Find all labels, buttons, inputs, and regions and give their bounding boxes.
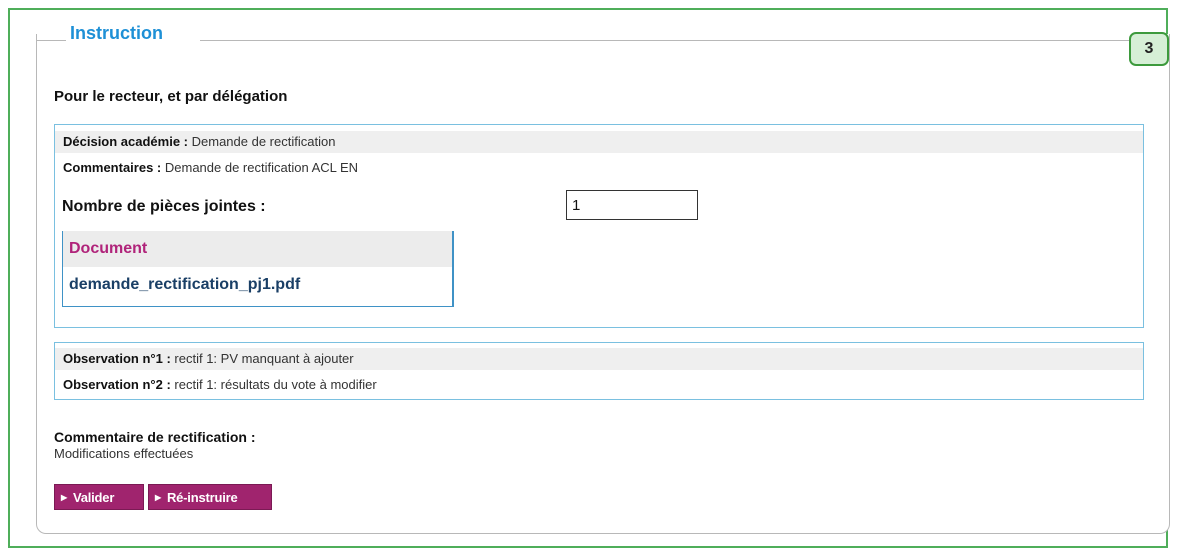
rectification-comment-label: Commentaire de rectification : xyxy=(54,429,256,445)
attachments-count-input[interactable] xyxy=(566,190,698,220)
step-badge: 3 xyxy=(1129,32,1169,66)
reinstruct-button[interactable]: ▶ Ré-instruire xyxy=(148,484,272,510)
rectification-comment-value: Modifications effectuées xyxy=(54,446,194,461)
comment-row: Commentaires : Demande de rectification … xyxy=(63,157,358,179)
arrow-right-icon: ▶ xyxy=(155,492,161,502)
decision-value: Demande de rectification xyxy=(191,134,336,149)
decision-label: Décision académie : xyxy=(63,134,188,149)
documents-table: Document demande_rectification_pj1.pdf xyxy=(62,231,454,307)
observation-label: Observation n°2 : xyxy=(63,377,171,392)
validate-button[interactable]: ▶ Valider xyxy=(54,484,144,510)
validate-button-label: Valider xyxy=(72,489,115,505)
comment-label: Commentaires : xyxy=(63,160,162,175)
comment-value: Demande de rectification ACL EN xyxy=(164,160,359,175)
observations-box: Observation n°1 : rectif 1: PV manquant … xyxy=(54,342,1144,400)
observation-row: Observation n°1 : rectif 1: PV manquant … xyxy=(55,348,1143,370)
section-title: Instruction xyxy=(66,22,167,44)
observation-label: Observation n°1 : xyxy=(63,351,171,366)
panel-border-right xyxy=(200,40,1130,41)
panel-border-left xyxy=(36,40,68,41)
documents-header: Document xyxy=(63,231,452,267)
observation-value: rectif 1: résultats du vote à modifier xyxy=(174,377,377,392)
reinstruct-button-label: Ré-instruire xyxy=(166,489,238,505)
signature-title: Pour le recteur, et par délégation xyxy=(54,88,288,105)
document-link[interactable]: demande_rectification_pj1.pdf xyxy=(63,267,452,305)
decision-row: Décision académie : Demande de rectifica… xyxy=(55,131,1143,153)
arrow-right-icon: ▶ xyxy=(61,492,67,502)
observation-value: rectif 1: PV manquant à ajouter xyxy=(174,351,354,366)
attachments-count-label: Nombre de pièces jointes : xyxy=(62,198,266,215)
observation-row: Observation n°2 : rectif 1: résultats du… xyxy=(55,374,1143,396)
